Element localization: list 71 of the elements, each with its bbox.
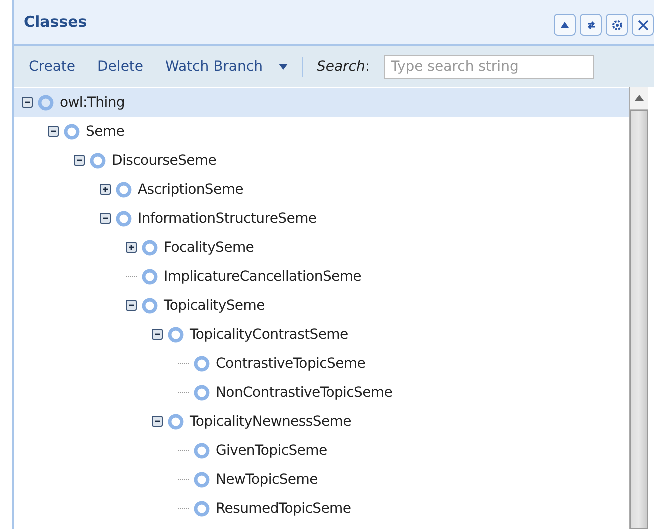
scrollbar[interactable]: [629, 87, 648, 529]
class-circle-icon: [142, 298, 158, 314]
tree-item[interactable]: Seme: [14, 117, 629, 146]
collapse-icon[interactable]: [74, 155, 85, 166]
settings-icon: [612, 20, 622, 30]
tree-item[interactable]: DiscourseSeme: [14, 146, 629, 175]
toolbar-link[interactable]: Watch Branch: [166, 58, 263, 74]
tree-item[interactable]: TopicalityContrastSeme: [14, 320, 629, 349]
scroll-up-icon[interactable]: [634, 95, 644, 101]
class-circle-icon: [194, 356, 210, 372]
class-label: ContrastiveTopicSeme: [216, 356, 366, 372]
tree-item[interactable]: GivenTopicSeme: [14, 436, 629, 465]
collapse-icon[interactable]: [126, 300, 137, 311]
dropdown-caret-icon[interactable]: [278, 64, 288, 70]
expand-icon[interactable]: [126, 242, 137, 253]
close-icon: [638, 20, 648, 30]
tree-item[interactable]: NonContrastiveTopicSeme: [14, 378, 629, 407]
class-circle-icon: [194, 500, 210, 516]
tree-item[interactable]: ContrastiveTopicSeme: [14, 349, 629, 378]
class-label: InformationStructureSeme: [138, 210, 317, 226]
tree-item[interactable]: owl:Thing: [14, 88, 629, 117]
collapse-icon[interactable]: [22, 97, 33, 108]
class-label: Seme: [86, 124, 125, 140]
collapse-icon[interactable]: [48, 126, 59, 137]
class-label: GivenTopicSeme: [216, 442, 328, 458]
toolbar-link[interactable]: Create: [29, 58, 76, 74]
class-label: TopicalityContrastSeme: [190, 326, 348, 342]
settings-button[interactable]: [606, 14, 628, 36]
class-label: ResumedTopicSeme: [216, 500, 352, 516]
class-label: FocalitySeme: [164, 240, 254, 256]
toolbar-link[interactable]: Delete: [98, 58, 144, 74]
panel-title: Classes: [24, 13, 88, 31]
class-label: TopicalityNewnessSeme: [190, 414, 352, 430]
collapse-icon[interactable]: [100, 213, 111, 224]
search-label: Search:: [316, 58, 370, 74]
close-button[interactable]: [632, 14, 654, 36]
class-circle-icon: [194, 472, 210, 488]
class-label: DiscourseSeme: [112, 152, 217, 168]
class-label: TopicalitySeme: [164, 298, 265, 314]
tree-item[interactable]: ResumedTopicSeme: [14, 494, 629, 523]
sync-button[interactable]: [580, 14, 602, 36]
tree-item[interactable]: FocalitySeme: [14, 233, 629, 262]
class-circle-icon: [142, 268, 158, 284]
class-label: AscriptionSeme: [138, 182, 244, 198]
class-circle-icon: [64, 124, 80, 140]
swap-arrows-icon: [586, 20, 596, 30]
class-circle-icon: [194, 384, 210, 400]
tree-item[interactable]: AscriptionSeme: [14, 175, 629, 204]
tree-item[interactable]: ImplicatureCancellationSeme: [14, 262, 629, 291]
collapse-icon[interactable]: [152, 329, 163, 340]
collapse-icon[interactable]: [152, 416, 163, 427]
tree-item[interactable]: InformationStructureSeme: [14, 204, 629, 233]
class-circle-icon: [116, 182, 132, 198]
expand-icon[interactable]: [100, 184, 111, 195]
tree-item[interactable]: TopicalityNewnessSeme: [14, 407, 629, 436]
class-circle-icon: [194, 442, 210, 458]
class-circle-icon: [168, 414, 184, 430]
class-label: owl:Thing: [60, 94, 125, 110]
class-circle-icon: [142, 240, 158, 256]
class-label: NewTopicSeme: [216, 472, 318, 488]
search-field[interactable]: Type search string: [384, 54, 594, 78]
collapse-button[interactable]: [554, 14, 576, 36]
class-circle-icon: [38, 94, 54, 110]
class-label: ImplicatureCancellationSeme: [164, 268, 362, 284]
tree-item[interactable]: TopicalitySeme: [14, 291, 629, 320]
tree-item[interactable]: NewTopicSeme: [14, 465, 629, 494]
class-circle-icon: [168, 326, 184, 342]
class-circle-icon: [90, 152, 106, 168]
class-label: NonContrastiveTopicSeme: [216, 384, 393, 400]
class-circle-icon: [116, 210, 132, 226]
up-triangle-icon: [560, 21, 570, 29]
